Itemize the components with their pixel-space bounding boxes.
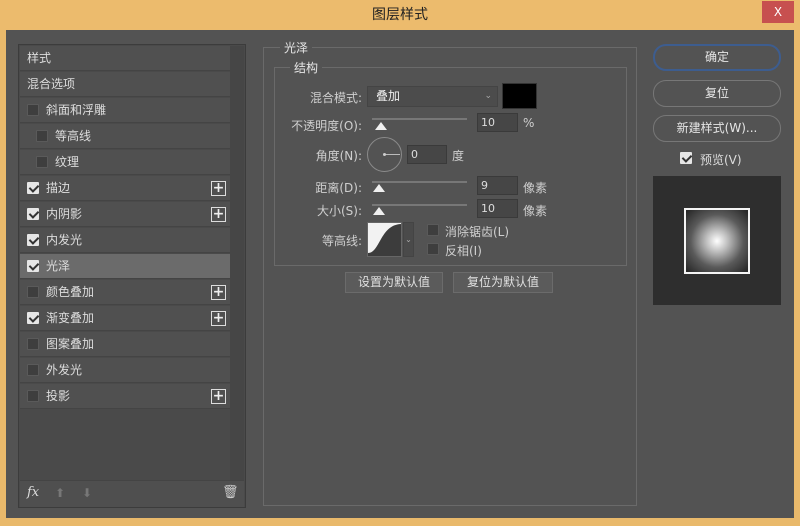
preview-checkbox[interactable] (680, 152, 692, 164)
blend-options-label: 混合选项 (27, 77, 76, 91)
style-item-label: 斜面和浮雕 (46, 103, 107, 117)
style-item[interactable]: 内发光 (20, 228, 230, 253)
blend-mode-select[interactable]: 叠加 ⌄ (367, 86, 498, 107)
distance-unit: 像素 (523, 181, 548, 195)
size-unit: 像素 (523, 204, 548, 218)
antialias-label: 消除锯齿(L) (445, 225, 510, 239)
style-item-label: 内发光 (46, 233, 83, 247)
plus-icon[interactable]: + (211, 311, 226, 326)
opacity-input[interactable]: 10 (477, 113, 518, 132)
contour-dropdown[interactable]: ⌄ (403, 222, 414, 257)
distance-input[interactable]: 9 (477, 176, 518, 195)
style-item-checkbox[interactable] (27, 208, 39, 220)
close-button[interactable]: X (762, 1, 794, 23)
style-item-label: 图案叠加 (46, 337, 95, 351)
styles-scrollbar[interactable] (230, 46, 244, 480)
antialias-checkbox[interactable] (427, 224, 439, 236)
ok-button[interactable]: 确定 (653, 44, 781, 71)
structure-title: 结构 (290, 59, 323, 76)
angle-unit: 度 (452, 149, 465, 163)
style-item-label: 纹理 (55, 155, 80, 169)
size-slider-thumb[interactable] (373, 207, 385, 215)
style-item[interactable]: 斜面和浮雕 (20, 98, 230, 123)
style-item-checkbox[interactable] (27, 364, 39, 376)
arrow-up-icon[interactable]: ⬆ (55, 486, 65, 500)
preview-thumbnail (684, 208, 750, 274)
angle-input[interactable]: 0 (407, 145, 447, 164)
blend-mode-value: 叠加 (376, 89, 401, 103)
distance-label: 距离(D): (315, 181, 362, 195)
style-item[interactable]: 内阴影 + (20, 202, 230, 227)
distance-slider-thumb[interactable] (373, 184, 385, 192)
satin-title: 光泽 (280, 39, 313, 56)
angle-dial[interactable] (367, 137, 402, 172)
angle-label: 角度(N): (315, 149, 362, 163)
style-item[interactable]: 外发光 (20, 358, 230, 383)
style-item-label: 光泽 (46, 259, 71, 273)
style-item-checkbox[interactable] (27, 312, 39, 324)
contour-curve-icon (368, 223, 401, 256)
style-item-checkbox[interactable] (27, 338, 39, 350)
style-item[interactable]: 描边 + (20, 176, 230, 201)
style-item-checkbox[interactable] (36, 156, 48, 168)
chevron-down-icon: ⌄ (484, 91, 492, 101)
plus-icon[interactable]: + (211, 389, 226, 404)
make-default-button[interactable]: 设置为默认值 (345, 272, 443, 293)
opacity-label: 不透明度(O): (291, 119, 362, 133)
style-item[interactable]: 颜色叠加 + (20, 280, 230, 305)
styles-header-label: 样式 (27, 51, 52, 65)
style-preview (653, 176, 781, 305)
styles-header[interactable]: 样式 (20, 46, 230, 71)
opacity-slider-thumb[interactable] (375, 122, 387, 130)
style-item-checkbox[interactable] (27, 286, 39, 298)
size-slider[interactable] (372, 204, 467, 206)
style-item-label: 外发光 (46, 363, 83, 377)
size-input[interactable]: 10 (477, 199, 518, 218)
contour-preview[interactable] (367, 222, 402, 257)
style-item-label: 描边 (46, 181, 71, 195)
styles-toolbar: fx ⬆ ⬇ 🗑 (20, 480, 244, 507)
preview-label: 预览(V) (700, 153, 742, 167)
trash-icon[interactable]: 🗑 (222, 485, 239, 500)
reset-button[interactable]: 复位 (653, 80, 781, 107)
style-item-label: 等高线 (55, 129, 92, 143)
style-item-checkbox[interactable] (27, 234, 39, 246)
arrow-down-icon[interactable]: ⬇ (82, 486, 92, 500)
style-item[interactable]: 光泽 (20, 254, 230, 279)
color-swatch[interactable] (502, 83, 537, 109)
invert-checkbox[interactable] (427, 243, 439, 255)
style-item-checkbox[interactable] (27, 390, 39, 402)
blend-mode-label: 混合模式: (309, 91, 362, 105)
style-item[interactable]: 渐变叠加 + (20, 306, 230, 331)
invert-label: 反相(I) (445, 244, 482, 258)
plus-icon[interactable]: + (211, 181, 226, 196)
contour-label: 等高线: (321, 234, 362, 248)
style-item[interactable]: 纹理 (20, 150, 230, 175)
reset-default-button[interactable]: 复位为默认值 (453, 272, 553, 293)
style-item-checkbox[interactable] (27, 182, 39, 194)
window-title: 图层样式 (372, 7, 428, 23)
size-label: 大小(S): (316, 204, 362, 218)
style-item[interactable]: 等高线 (20, 124, 230, 149)
blend-options-item[interactable]: 混合选项 (20, 72, 230, 97)
style-item-label: 渐变叠加 (46, 311, 95, 325)
fx-icon[interactable]: fx (27, 485, 39, 500)
distance-slider[interactable] (372, 181, 467, 183)
new-style-button[interactable]: 新建样式(W)... (653, 115, 781, 142)
style-item-label: 内阴影 (46, 207, 83, 221)
style-item-checkbox[interactable] (36, 130, 48, 142)
title-bar: 图层样式 (0, 0, 800, 30)
style-item[interactable]: 图案叠加 (20, 332, 230, 357)
style-item-label: 颜色叠加 (46, 285, 95, 299)
style-item-checkbox[interactable] (27, 260, 39, 272)
opacity-unit: % (523, 116, 535, 130)
plus-icon[interactable]: + (211, 285, 226, 300)
style-item-label: 投影 (46, 389, 71, 403)
style-item[interactable]: 投影 + (20, 384, 230, 409)
opacity-slider[interactable] (372, 118, 467, 120)
plus-icon[interactable]: + (211, 207, 226, 222)
style-item-checkbox[interactable] (27, 104, 39, 116)
